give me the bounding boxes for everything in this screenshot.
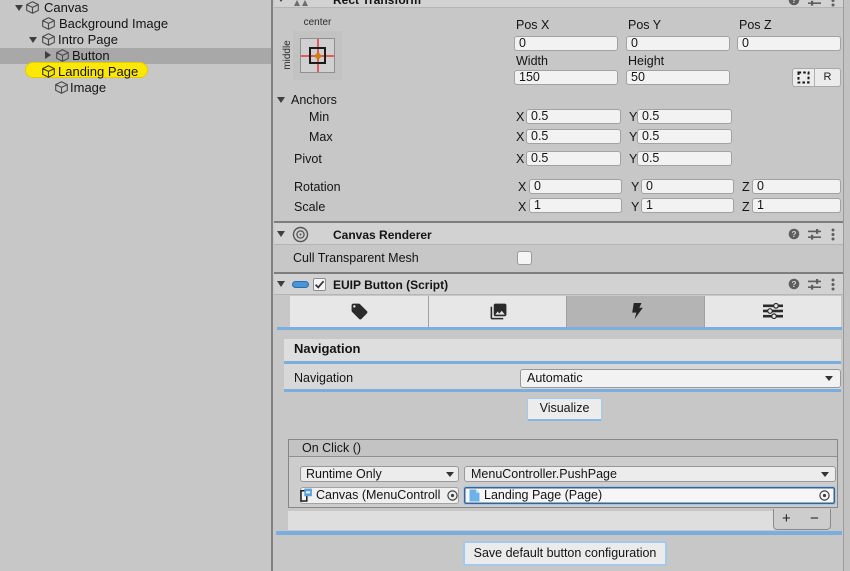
svg-text:?: ? xyxy=(791,0,796,5)
svg-text:?: ? xyxy=(791,229,796,239)
svg-text:?: ? xyxy=(791,279,796,289)
